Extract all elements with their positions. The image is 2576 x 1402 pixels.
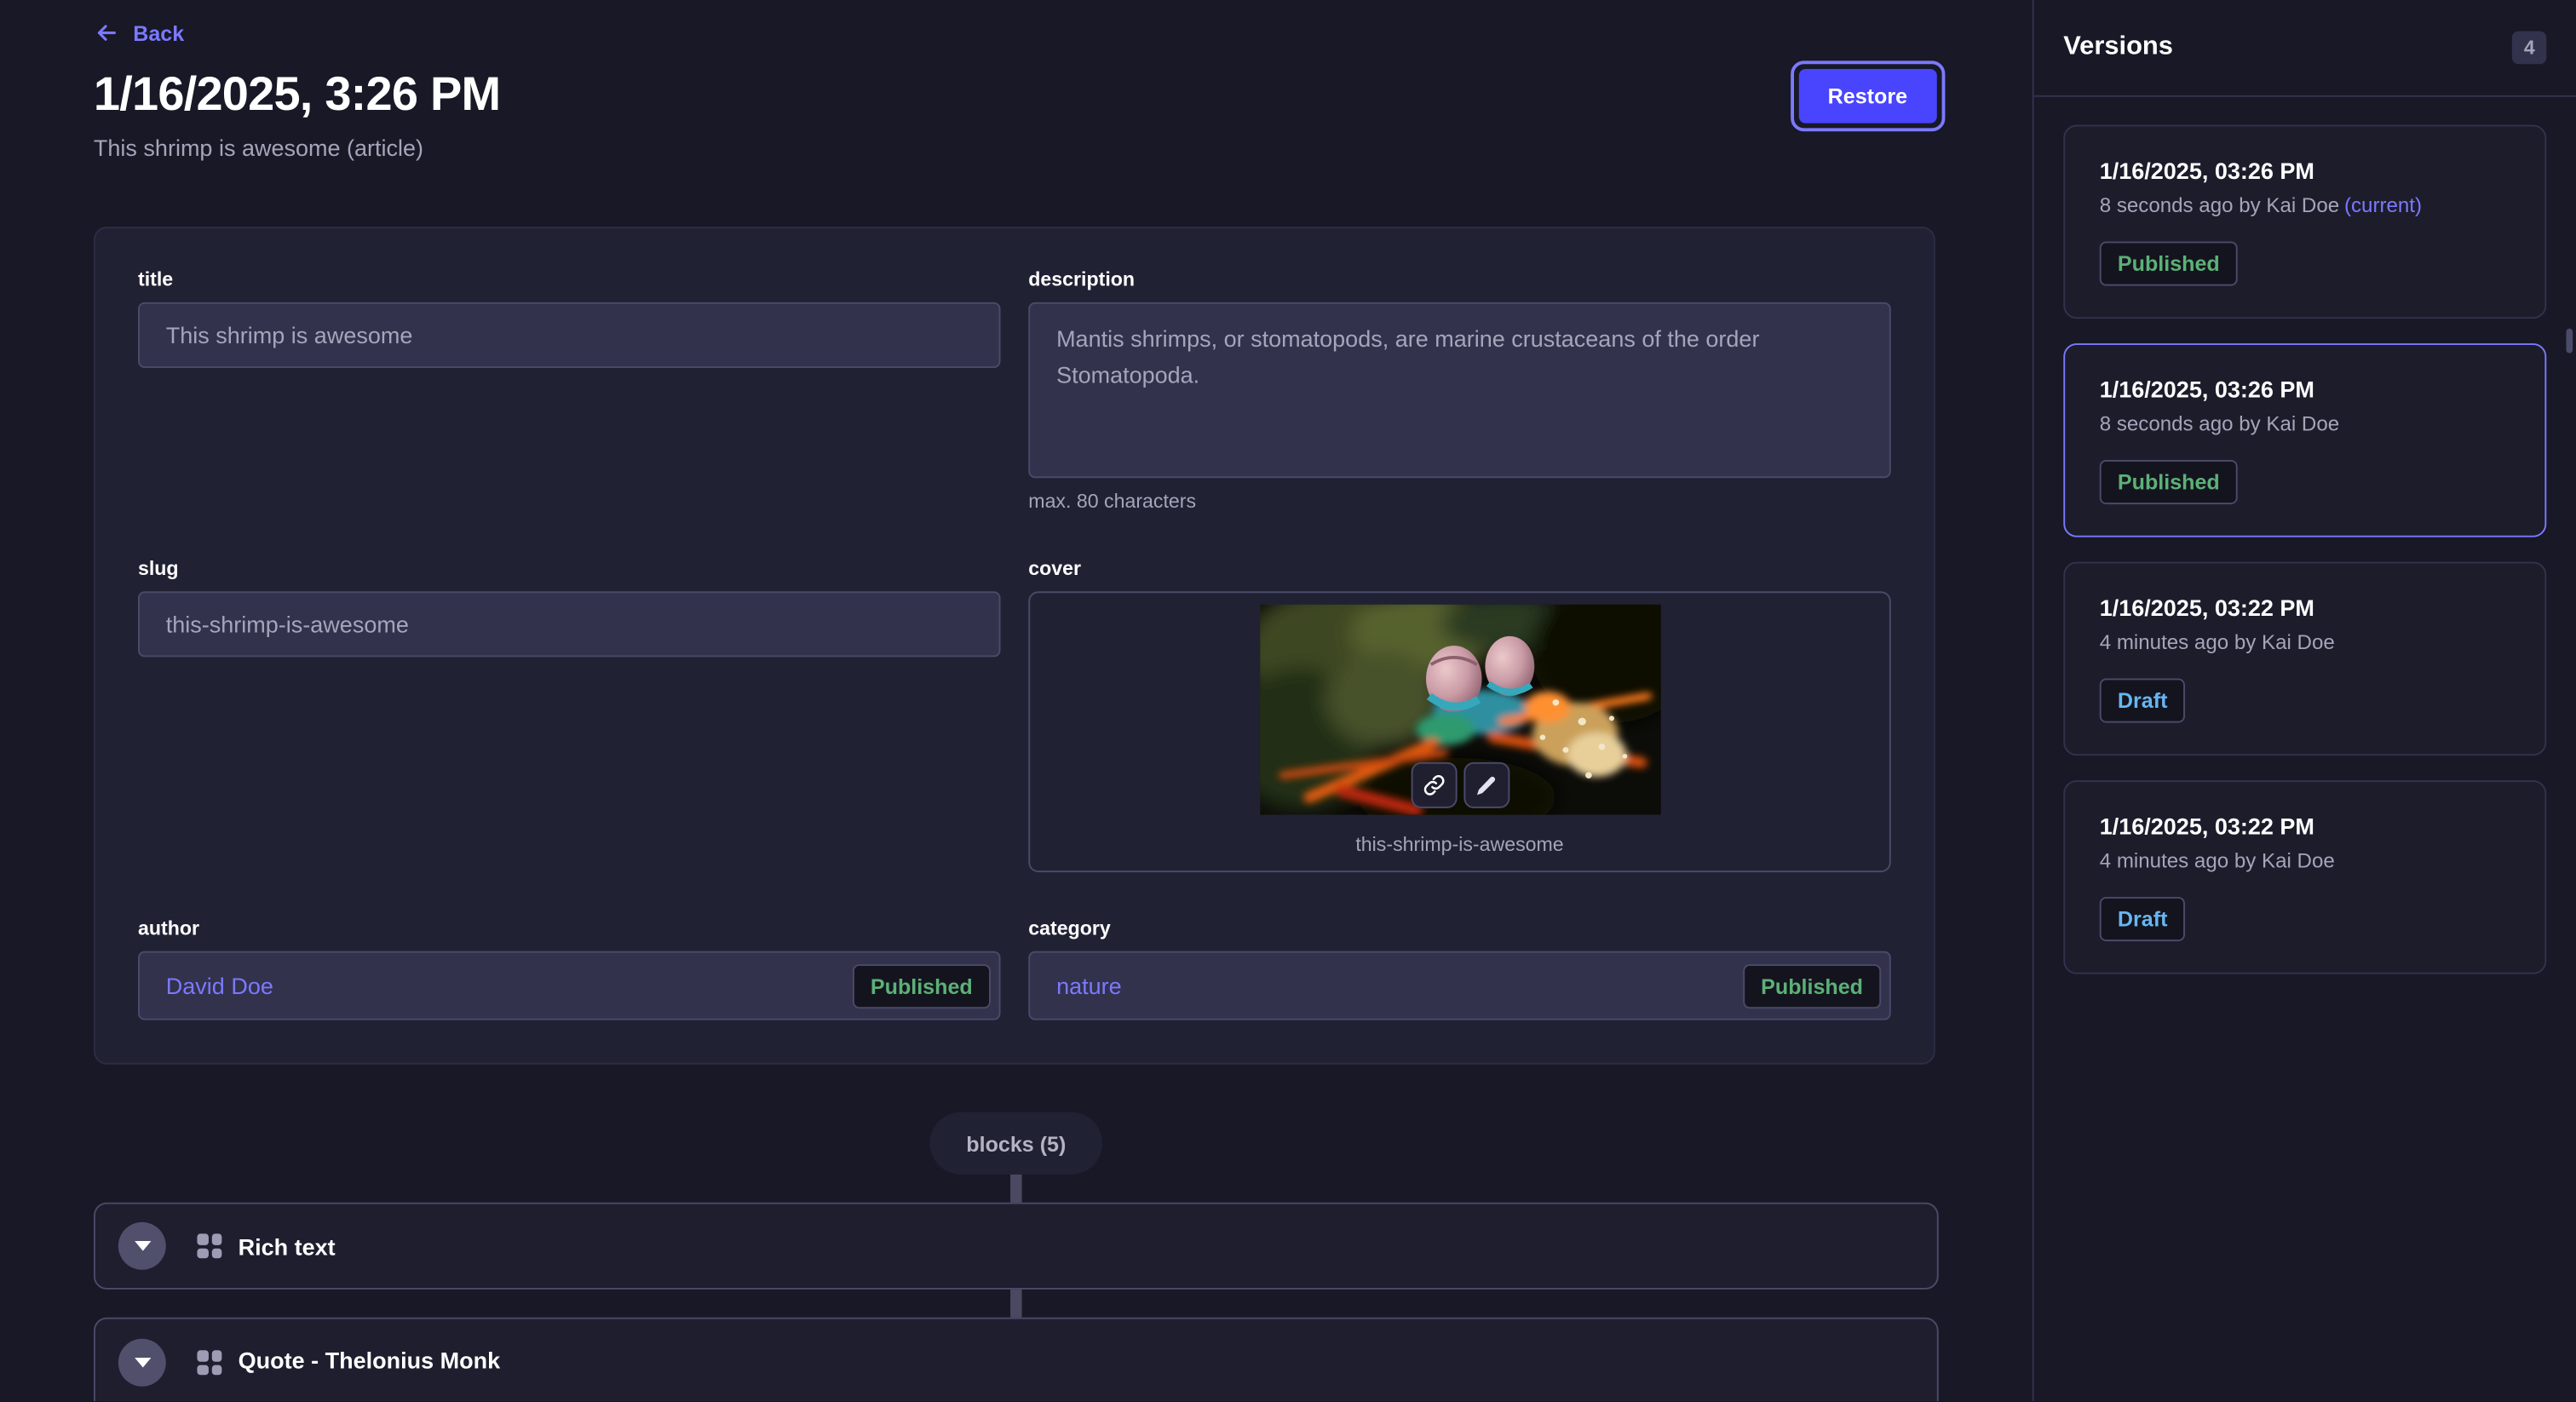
accordion-toggle-button[interactable] [118, 1339, 166, 1387]
version-status-badge: Published [2100, 460, 2238, 504]
version-timestamp: 1/16/2025, 03:22 PM [2100, 595, 2510, 621]
field-author-label: author [138, 916, 1000, 939]
field-author: author David Doe Published [138, 916, 1000, 1020]
field-description: description Mantis shrimps, or stomatopo… [1028, 267, 1890, 512]
link-icon [1422, 773, 1445, 796]
accordion-toggle-button[interactable] [118, 1222, 166, 1270]
restore-button-focus-ring: Restore [1790, 60, 1945, 131]
description-textarea[interactable]: Mantis shrimps, or stomatopods, are mari… [1028, 302, 1890, 478]
accordion-title: Quote - Thelonius Monk [239, 1347, 500, 1373]
version-current-label: (current) [2344, 194, 2422, 217]
sidebar-scrollbar-thumb[interactable] [2566, 329, 2573, 353]
edit-media-button[interactable] [1463, 762, 1509, 808]
copy-link-button[interactable] [1411, 762, 1457, 808]
version-meta: 4 minutes ago by Kai Doe [2100, 631, 2510, 654]
pencil-icon [1475, 774, 1497, 796]
main-content: Back 1/16/2025, 3:26 PM This shrimp is a… [0, 0, 2033, 1402]
field-category: category nature Published [1028, 916, 1890, 1020]
back-label: Back [133, 20, 184, 45]
versions-sidebar: Versions 4 1/16/2025, 03:26 PM 8 seconds… [2033, 0, 2576, 1402]
field-slug-label: slug [138, 557, 1000, 580]
description-hint: max. 80 characters [1028, 490, 1890, 513]
cover-filename: this-shrimp-is-awesome [1030, 833, 1889, 856]
restore-button[interactable]: Restore [1798, 69, 1937, 124]
author-status-badge: Published [853, 963, 991, 1008]
version-timestamp: 1/16/2025, 03:26 PM [2100, 376, 2510, 403]
field-title: title This shrimp is awesome [138, 267, 1000, 512]
version-card-selected[interactable]: 1/16/2025, 03:26 PM 8 seconds ago by Kai… [2063, 343, 2546, 537]
cover-media-card: this-shrimp-is-awesome [1028, 591, 1890, 872]
versions-list: 1/16/2025, 03:26 PM 8 seconds ago by Kai… [2034, 97, 2576, 1003]
caret-down-icon [134, 1240, 150, 1252]
drag-grid-icon [197, 1233, 221, 1258]
author-relation-link[interactable]: David Doe [166, 973, 273, 999]
cover-actions [1411, 762, 1509, 808]
category-relation: nature Published [1028, 951, 1890, 1020]
version-card[interactable]: 1/16/2025, 03:26 PM 8 seconds ago by Kai… [2063, 125, 2546, 319]
field-description-label: description [1028, 267, 1890, 290]
slug-input[interactable]: this-shrimp-is-awesome [138, 591, 1000, 657]
category-status-badge: Published [1743, 963, 1881, 1008]
version-status-badge: Draft [2100, 678, 2186, 722]
version-meta: 8 seconds ago by Kai Doe(current) [2100, 194, 2510, 217]
accordion-title: Rich text [239, 1232, 336, 1259]
field-cover: cover [1028, 557, 1890, 872]
field-slug: slug this-shrimp-is-awesome [138, 557, 1000, 872]
drag-grid-icon [197, 1350, 221, 1375]
blocks-count-pill: blocks (5) [930, 1112, 1102, 1175]
version-status-badge: Draft [2100, 897, 2186, 941]
blocks-connector-line [1010, 1290, 1022, 1318]
version-meta: 8 seconds ago by Kai Doe [2100, 412, 2510, 435]
version-card[interactable]: 1/16/2025, 03:22 PM 4 minutes ago by Kai… [2063, 780, 2546, 974]
version-status-badge: Published [2100, 241, 2238, 285]
version-meta: 4 minutes ago by Kai Doe [2100, 849, 2510, 872]
version-history-page: Back 1/16/2025, 3:26 PM This shrimp is a… [0, 0, 2576, 1402]
version-timestamp: 1/16/2025, 03:26 PM [2100, 158, 2510, 184]
field-title-label: title [138, 267, 1000, 290]
version-card[interactable]: 1/16/2025, 03:22 PM 4 minutes ago by Kai… [2063, 562, 2546, 756]
category-relation-link[interactable]: nature [1056, 973, 1122, 999]
versions-title: Versions [2063, 33, 2173, 63]
back-link[interactable]: Back [94, 20, 2033, 46]
entry-fields-panel: title This shrimp is awesome description… [94, 227, 1935, 1065]
blocks-connector-line [1010, 1175, 1022, 1203]
block-accordion-rich-text[interactable]: Rich text [94, 1203, 1939, 1290]
field-cover-label: cover [1028, 557, 1890, 580]
caret-down-icon [134, 1357, 150, 1369]
versions-header: Versions 4 [2034, 0, 2576, 97]
version-timestamp: 1/16/2025, 03:22 PM [2100, 813, 2510, 840]
versions-count-badge: 4 [2512, 32, 2546, 65]
block-accordion-quote[interactable]: Quote - Thelonius Monk [94, 1318, 1939, 1402]
page-subtitle: This shrimp is awesome (article) [94, 135, 2033, 161]
author-relation: David Doe Published [138, 951, 1000, 1020]
title-input[interactable]: This shrimp is awesome [138, 302, 1000, 368]
page-title: 1/16/2025, 3:26 PM [94, 69, 2033, 124]
field-category-label: category [1028, 916, 1890, 939]
arrow-left-icon [94, 20, 120, 46]
